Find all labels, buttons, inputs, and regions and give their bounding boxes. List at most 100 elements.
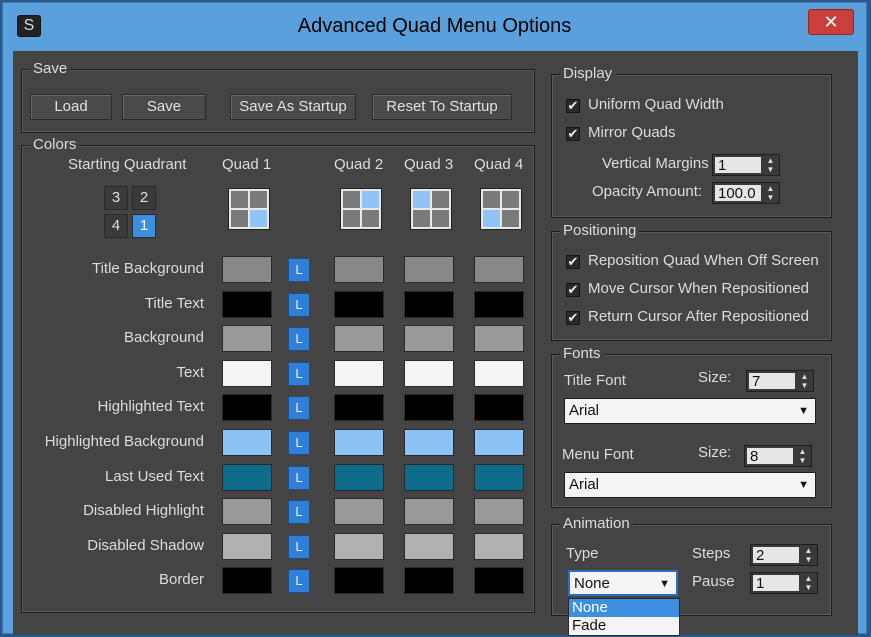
animation-option-none[interactable]: None	[569, 599, 679, 617]
title-font-label: Title Font	[564, 372, 626, 389]
lock-colors-button[interactable]: L	[288, 535, 310, 559]
color-swatch-quad-4[interactable]	[474, 291, 524, 318]
reposition-quad-checkbox[interactable]: ✔	[566, 255, 580, 269]
animation-option-fade[interactable]: Fade	[569, 617, 679, 635]
color-swatch-quad-4[interactable]	[474, 256, 524, 283]
lock-colors-button[interactable]: L	[288, 466, 310, 490]
mirror-quads-checkbox[interactable]: ✔	[566, 127, 580, 141]
animation-type-dropdown[interactable]: None ▼	[568, 570, 678, 596]
spinner-arrows-icon[interactable]: ▲ ▼	[795, 447, 810, 465]
lock-colors-button[interactable]: L	[288, 569, 310, 593]
lock-colors-button[interactable]: L	[288, 327, 310, 351]
color-swatch-quad-2[interactable]	[334, 533, 384, 560]
title-font-size-value[interactable]: 7	[749, 373, 795, 390]
color-swatch-quad-3[interactable]	[404, 567, 454, 594]
color-swatch-quad-3[interactable]	[404, 429, 454, 456]
spinner-arrows-icon[interactable]: ▲ ▼	[797, 372, 812, 390]
return-cursor-checkbox[interactable]: ✔	[566, 311, 580, 325]
color-swatch-quad-2[interactable]	[334, 291, 384, 318]
chevron-down-icon[interactable]: ▼	[659, 572, 670, 596]
uniform-quad-width-checkbox[interactable]: ✔	[566, 99, 580, 113]
color-swatch-quad-2[interactable]	[334, 394, 384, 421]
quadrant-1-button[interactable]: 1	[132, 214, 156, 238]
color-swatch-quad-2[interactable]	[334, 498, 384, 525]
color-swatch-quad-1[interactable]	[222, 464, 272, 491]
color-swatch-quad-4[interactable]	[474, 429, 524, 456]
chevron-down-icon[interactable]: ▼	[798, 399, 809, 423]
color-swatch-quad-1[interactable]	[222, 256, 272, 283]
color-swatch-quad-1[interactable]	[222, 394, 272, 421]
lock-colors-button[interactable]: L	[288, 500, 310, 524]
menu-font-size-label: Size:	[698, 444, 732, 461]
quadrant-2-button[interactable]: 2	[132, 186, 156, 210]
color-swatch-quad-1[interactable]	[222, 567, 272, 594]
color-swatch-quad-1[interactable]	[222, 533, 272, 560]
save-as-startup-button[interactable]: Save As Startup	[230, 94, 356, 120]
color-row-label: Highlighted Text	[97, 398, 204, 415]
spinner-arrows-icon[interactable]: ▲ ▼	[763, 156, 778, 174]
color-swatch-quad-3[interactable]	[404, 291, 454, 318]
chevron-down-icon[interactable]: ▼	[798, 473, 809, 497]
animation-steps-spinner[interactable]: 2 ▲ ▼	[750, 544, 818, 566]
lock-colors-button[interactable]: L	[288, 293, 310, 317]
color-swatch-quad-2[interactable]	[334, 567, 384, 594]
color-swatch-quad-1[interactable]	[222, 429, 272, 456]
color-row-label: Last Used Text	[105, 468, 204, 485]
color-swatch-quad-3[interactable]	[404, 533, 454, 560]
color-swatch-quad-4[interactable]	[474, 533, 524, 560]
quad-1-preview-icon	[228, 188, 270, 230]
load-button[interactable]: Load	[30, 94, 112, 120]
color-swatch-quad-3[interactable]	[404, 360, 454, 387]
color-swatch-quad-2[interactable]	[334, 429, 384, 456]
color-swatch-quad-2[interactable]	[334, 464, 384, 491]
lock-colors-button[interactable]: L	[288, 431, 310, 455]
opacity-amount-spinner[interactable]: 100.0 ▲ ▼	[712, 182, 780, 204]
lock-colors-button[interactable]: L	[288, 258, 310, 282]
move-cursor-checkbox[interactable]: ✔	[566, 283, 580, 297]
vertical-margins-spinner[interactable]: 1 ▲ ▼	[712, 154, 780, 176]
color-swatch-quad-4[interactable]	[474, 360, 524, 387]
animation-pause-spinner[interactable]: 1 ▲ ▼	[750, 572, 818, 594]
color-swatch-quad-1[interactable]	[222, 360, 272, 387]
quad-1-header: Quad 1	[222, 156, 272, 173]
menu-font-dropdown[interactable]: Arial ▼	[564, 472, 816, 498]
color-swatch-quad-3[interactable]	[404, 256, 454, 283]
title-font-size-spinner[interactable]: 7 ▲ ▼	[746, 370, 814, 392]
spinner-arrows-icon[interactable]: ▲ ▼	[801, 546, 816, 564]
spinner-arrows-icon[interactable]: ▲ ▼	[801, 574, 816, 592]
menu-font-size-value[interactable]: 8	[747, 448, 793, 465]
positioning-group-legend: Positioning	[560, 222, 640, 240]
color-swatch-quad-4[interactable]	[474, 464, 524, 491]
color-swatch-quad-1[interactable]	[222, 325, 272, 352]
menu-font-size-spinner[interactable]: 8 ▲ ▼	[744, 445, 812, 467]
color-row-label: Text	[176, 364, 204, 381]
opacity-amount-value[interactable]: 100.0	[715, 185, 761, 202]
save-button[interactable]: Save	[122, 94, 206, 120]
color-swatch-quad-2[interactable]	[334, 256, 384, 283]
lock-colors-button[interactable]: L	[288, 396, 310, 420]
title-font-dropdown[interactable]: Arial ▼	[564, 398, 816, 424]
animation-pause-value[interactable]: 1	[753, 575, 799, 592]
reposition-quad-label: Reposition Quad When Off Screen	[588, 252, 819, 269]
quadrant-3-button[interactable]: 3	[104, 186, 128, 210]
color-swatch-quad-3[interactable]	[404, 498, 454, 525]
color-swatch-quad-3[interactable]	[404, 464, 454, 491]
color-swatch-quad-4[interactable]	[474, 498, 524, 525]
animation-steps-value[interactable]: 2	[753, 547, 799, 564]
close-button[interactable]: ✕	[808, 9, 854, 35]
color-swatch-quad-4[interactable]	[474, 325, 524, 352]
color-swatch-quad-1[interactable]	[222, 498, 272, 525]
color-swatch-quad-3[interactable]	[404, 325, 454, 352]
color-swatch-quad-4[interactable]	[474, 567, 524, 594]
reset-to-startup-button[interactable]: Reset To Startup	[372, 94, 512, 120]
color-swatch-quad-4[interactable]	[474, 394, 524, 421]
color-swatch-quad-2[interactable]	[334, 360, 384, 387]
spinner-arrows-icon[interactable]: ▲ ▼	[763, 184, 778, 202]
color-swatch-quad-1[interactable]	[222, 291, 272, 318]
quadrant-4-button[interactable]: 4	[104, 214, 128, 238]
color-swatch-quad-3[interactable]	[404, 394, 454, 421]
lock-colors-button[interactable]: L	[288, 362, 310, 386]
color-swatch-quad-2[interactable]	[334, 325, 384, 352]
color-row-label: Disabled Shadow	[87, 537, 204, 554]
vertical-margins-value[interactable]: 1	[715, 157, 761, 174]
